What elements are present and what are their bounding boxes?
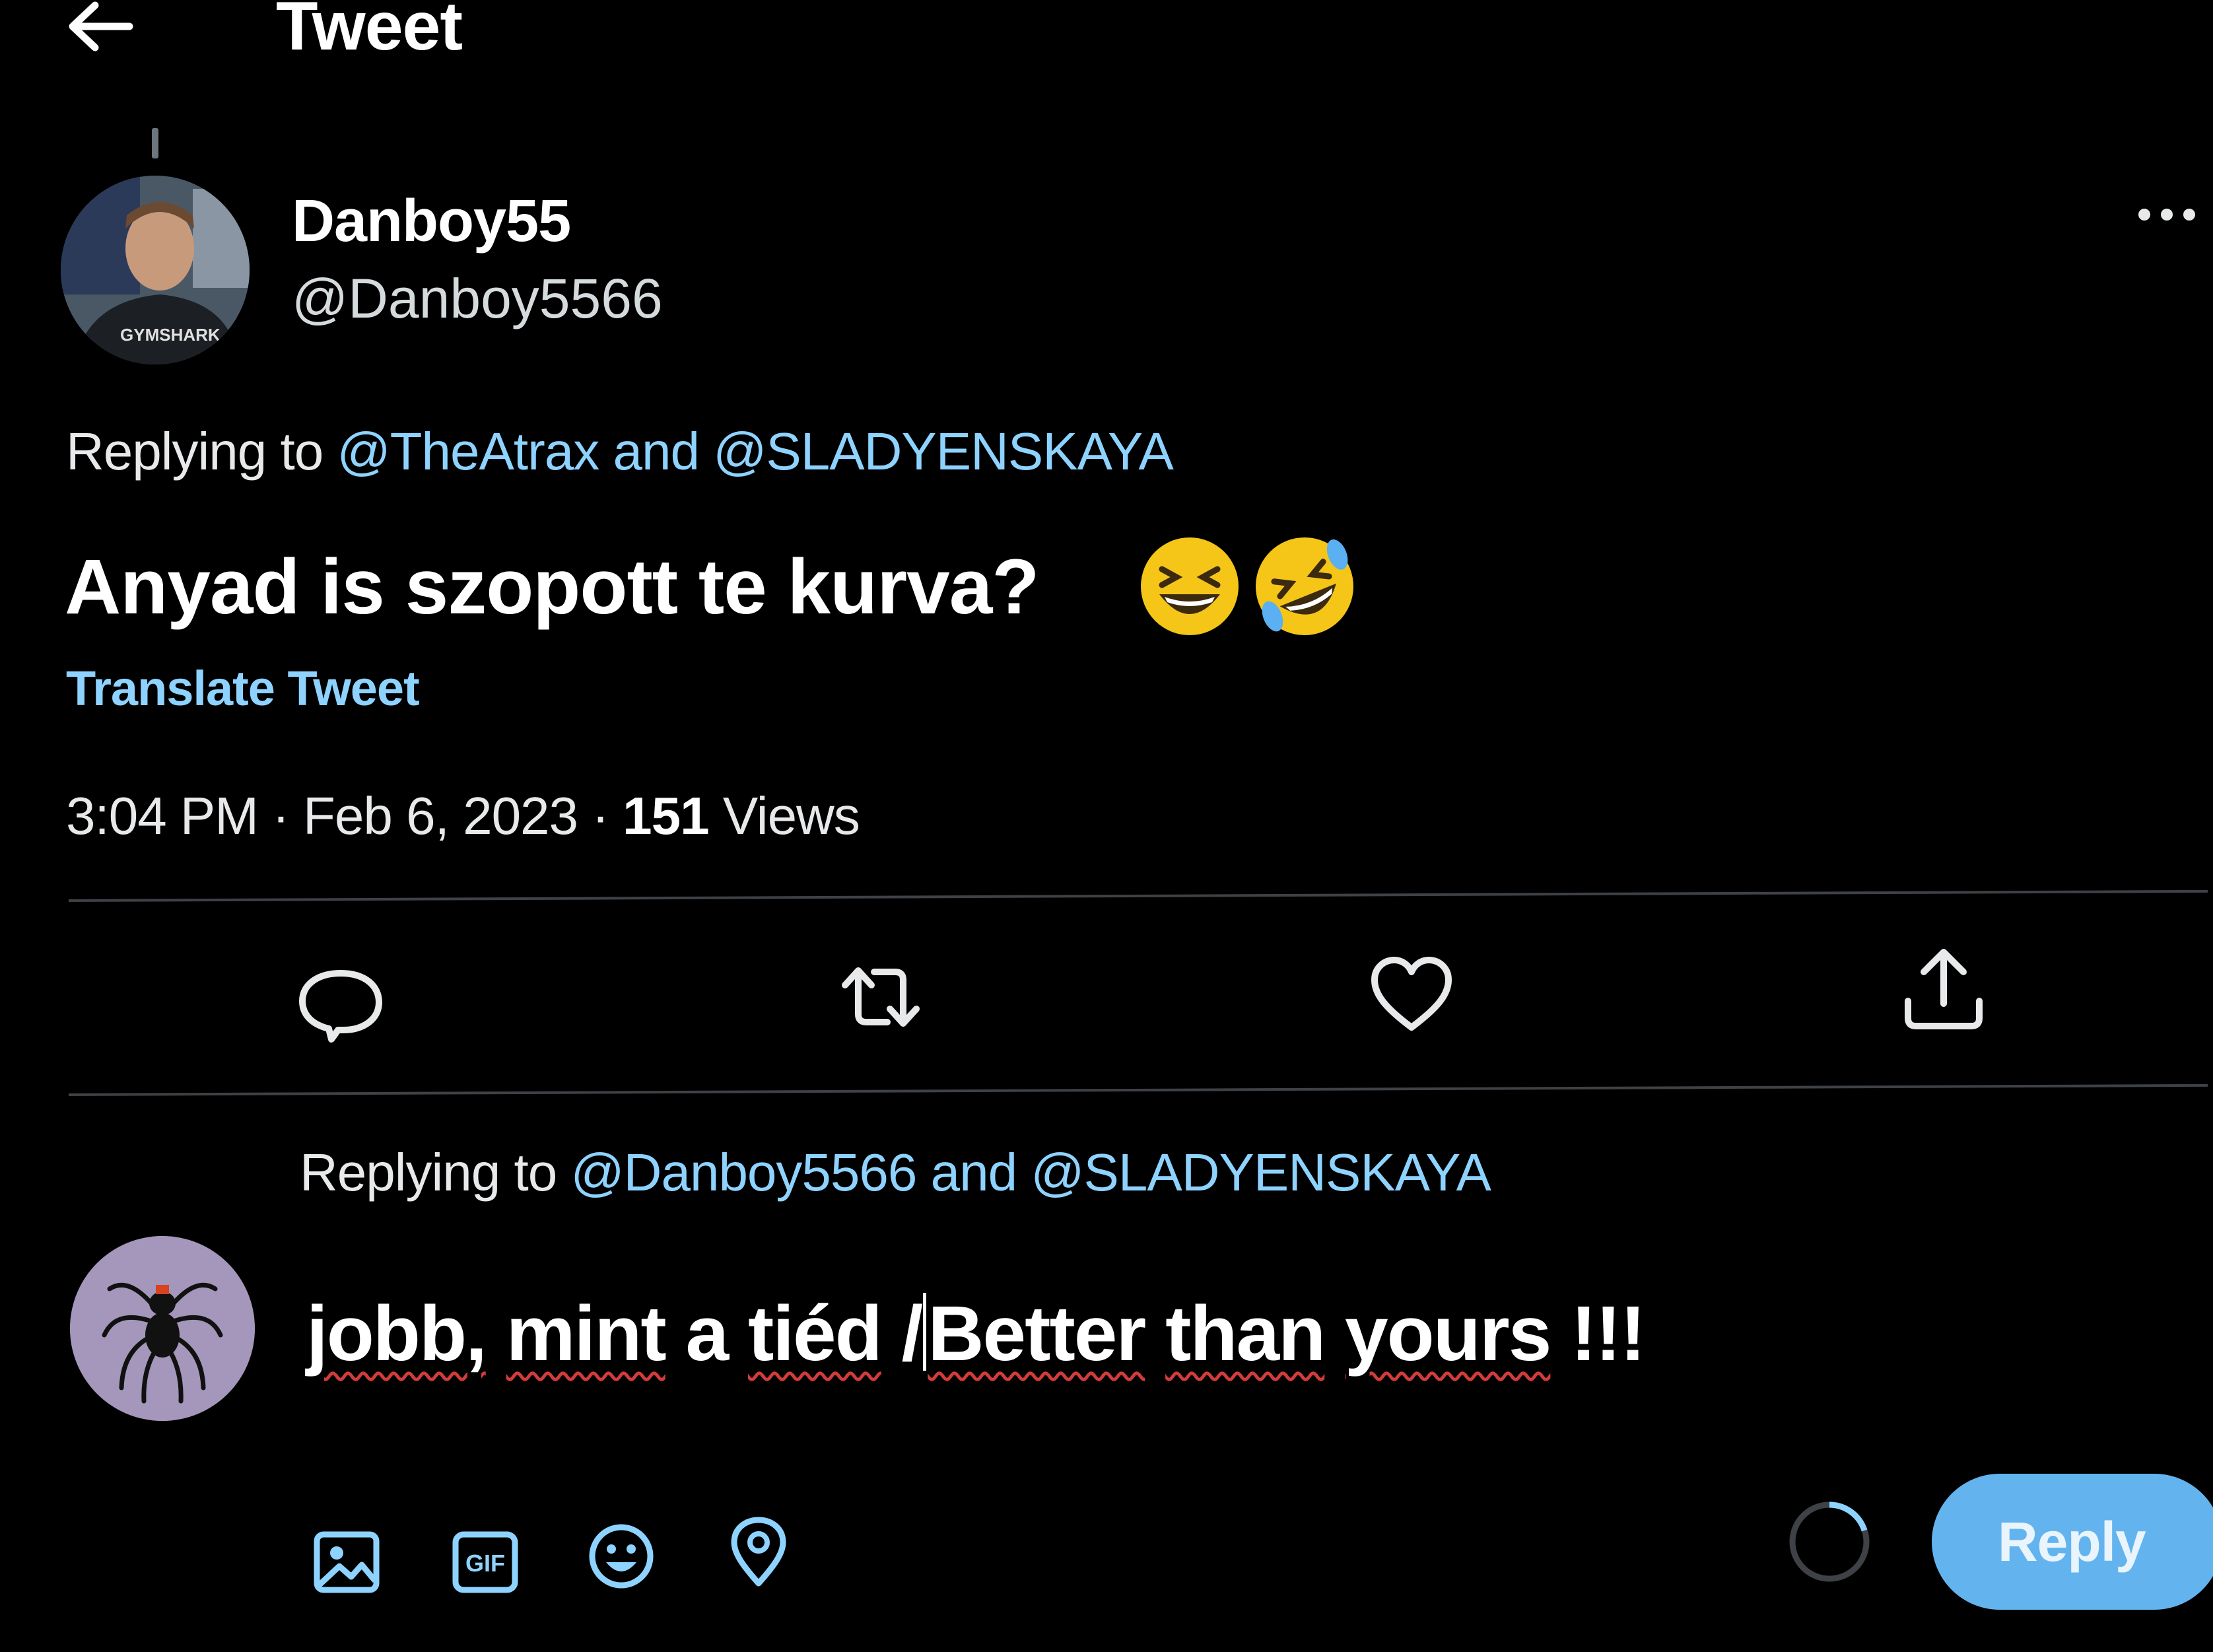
divider <box>68 1084 2208 1096</box>
spider-icon <box>70 1236 255 1421</box>
svg-text:GIF: GIF <box>465 1550 505 1577</box>
rolling-on-floor-laughing-icon <box>1256 537 1353 635</box>
share-icon[interactable] <box>1897 944 1990 1037</box>
author-display-name[interactable]: Danboy55 <box>292 191 571 251</box>
replying-label: Replying to <box>66 422 323 481</box>
location-icon[interactable] <box>722 1516 795 1589</box>
tweet-meta: 3:04 PM · Feb 6, 2023 · 151 Views <box>66 790 860 843</box>
page-title: Tweet <box>276 0 463 65</box>
views-label: Views <box>722 786 860 845</box>
author-avatar-image: GYMSHARK <box>61 176 250 364</box>
replying-label: Replying to <box>300 1143 557 1202</box>
input-word: yours <box>1345 1290 1551 1377</box>
replying-and: and <box>930 1143 1017 1202</box>
input-word: a <box>685 1290 730 1377</box>
reply-submit-button[interactable]: Reply <box>1932 1474 2213 1610</box>
mention-link-sladyenskaya[interactable]: @SLADYENSKAYA <box>1031 1143 1491 1202</box>
svg-text:GYMSHARK: GYMSHARK <box>120 325 221 345</box>
tweet-text: Anyad is szopott te kurva? <box>65 543 1040 631</box>
tweet-replying-to: Replying to @TheAtrax and @SLADYENSKAYA <box>66 422 1174 481</box>
input-word: mint <box>506 1290 667 1377</box>
reply-text-input[interactable]: jobb, mint a tiéd /Better than yours !!! <box>306 1293 1646 1373</box>
media-icon[interactable] <box>310 1525 383 1598</box>
text-caret <box>923 1293 927 1371</box>
emoji-icon[interactable] <box>585 1520 658 1593</box>
gif-icon[interactable]: GIF <box>449 1525 522 1598</box>
meta-separator: · <box>592 786 609 845</box>
view-count: 151 <box>623 786 709 845</box>
tweet-screen: Tweet GYMSHARK Danboy55 @Danboy5566 Repl… <box>0 0 2213 1652</box>
composer-replying-to: Replying to @Danboy5566 and @SLADYENSKAY… <box>300 1146 1491 1199</box>
meta-separator: · <box>272 786 290 845</box>
translate-tweet-link[interactable]: Translate Tweet <box>66 664 420 713</box>
mention-link-danboy5566[interactable]: @Danboy5566 <box>570 1143 917 1202</box>
retweet-icon[interactable] <box>834 951 927 1043</box>
mention-link-theatrax[interactable]: @TheAtrax <box>337 422 599 481</box>
tweet-time[interactable]: 3:04 PM <box>66 786 259 845</box>
composer-avatar[interactable] <box>70 1236 255 1421</box>
back-arrow-icon[interactable] <box>63 0 136 53</box>
tweet-date[interactable]: Feb 6, 2023 <box>303 786 578 845</box>
input-word: / <box>901 1290 924 1377</box>
input-word: Better <box>928 1290 1146 1377</box>
author-handle[interactable]: @Danboy5566 <box>292 271 663 326</box>
thread-connector-line <box>152 128 158 158</box>
character-count-ring <box>1789 1501 1870 1582</box>
mention-link-sladyenskaya[interactable]: @SLADYENSKAYA <box>713 422 1174 481</box>
author-avatar[interactable]: GYMSHARK <box>61 176 250 364</box>
input-word: than <box>1165 1290 1326 1377</box>
reply-icon[interactable] <box>294 956 387 1049</box>
more-options-icon[interactable] <box>2134 198 2200 231</box>
input-word: jobb, <box>306 1290 487 1377</box>
tweet-emojis <box>1141 537 1353 635</box>
input-word: tiéd <box>747 1290 883 1377</box>
like-icon[interactable] <box>1365 948 1458 1041</box>
divider <box>68 889 2208 902</box>
grinning-squinting-face-icon <box>1141 537 1239 635</box>
input-word: !!! <box>1571 1290 1646 1377</box>
replying-and: and <box>613 422 699 481</box>
